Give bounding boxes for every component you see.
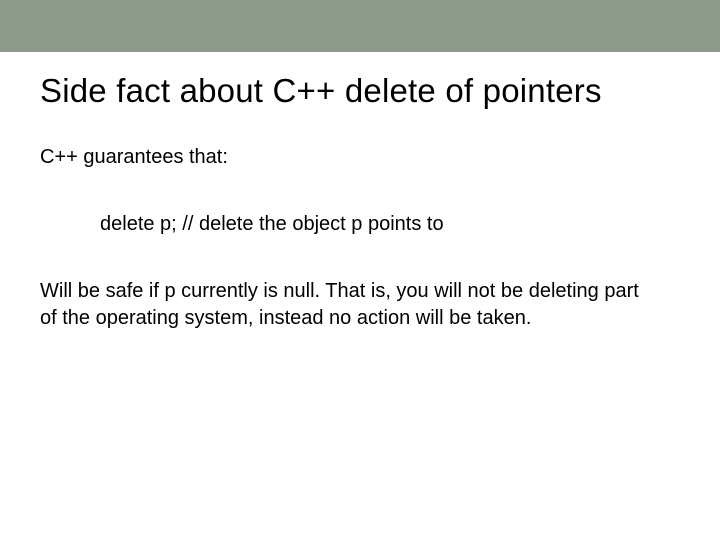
- slide-top-bar: [0, 0, 720, 52]
- slide-title: Side fact about C++ delete of pointers: [40, 72, 680, 110]
- slide-code-line: delete p; // delete the object p points …: [100, 211, 680, 238]
- slide-content: Side fact about C++ delete of pointers C…: [0, 72, 720, 332]
- slide-intro-text: C++ guarantees that:: [40, 144, 680, 171]
- slide-explanation-text: Will be safe if p currently is null. Tha…: [40, 278, 660, 332]
